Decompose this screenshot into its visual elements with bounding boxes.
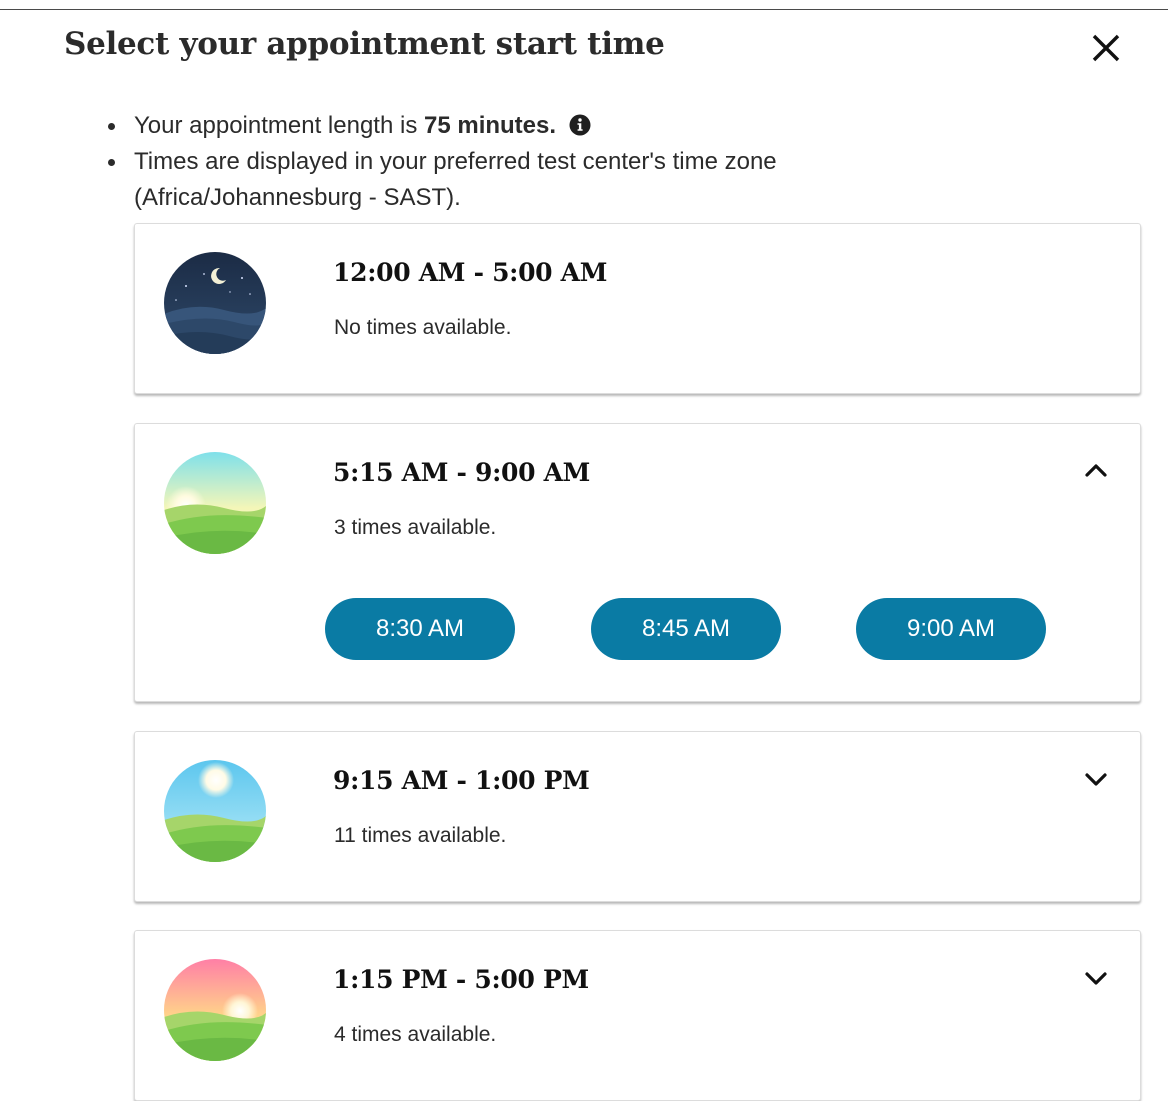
appointment-length-value: 75 minutes. [423,112,557,139]
availability-text: 11 times available. [334,824,507,847]
dialog-title: Select your appointment start time [64,26,665,62]
bullet [108,123,115,130]
availability-text: No times available. [334,316,512,339]
time-block-card-night: 12:00 AM - 5:00 AM No times available. [134,223,1141,394]
close-icon [1092,34,1120,62]
time-block-card-afternoon[interactable]: 1:15 PM - 5:00 PM 4 times available. [134,930,1141,1101]
time-slot-button[interactable]: 9:00 AM [856,598,1046,660]
info-circle-icon[interactable] [569,114,591,136]
appointment-length-item: Your appointment length is 75 minutes. [104,108,914,144]
time-range-label: 5:15 AM - 9:00 AM [333,458,591,487]
time-slot-button[interactable]: 8:30 AM [325,598,515,660]
timezone-item: Times are displayed in your preferred te… [104,144,914,216]
availability-text: 3 times available. [334,516,497,539]
sunrise-scene-icon [164,452,266,554]
appointment-info-list: Your appointment length is 75 minutes. T… [104,108,914,216]
time-range-label: 12:00 AM - 5:00 AM [333,258,608,287]
timezone-text: Times are displayed in your preferred te… [134,148,777,211]
bullet [108,159,115,166]
time-slot-button[interactable]: 8:45 AM [591,598,781,660]
time-slot-group: 8:30 AM 8:45 AM 9:00 AM [325,598,1065,662]
time-range-label: 9:15 AM - 1:00 PM [333,766,590,795]
sunset-scene-icon [164,959,266,1061]
midday-scene-icon [164,760,266,862]
night-scene-icon [164,252,266,354]
close-button[interactable] [1088,30,1124,66]
top-divider [0,9,1168,10]
time-block-card-morning[interactable]: 5:15 AM - 9:00 AM 3 times available. 8:3… [134,423,1141,702]
chevron-down-icon[interactable] [1081,764,1111,794]
time-range-label: 1:15 PM - 5:00 PM [333,965,589,994]
chevron-up-icon[interactable] [1081,456,1111,486]
time-block-card-midday[interactable]: 9:15 AM - 1:00 PM 11 times available. [134,731,1141,902]
availability-text: 4 times available. [334,1023,497,1046]
appointment-length-prefix: Your appointment length is [134,112,424,139]
chevron-down-icon[interactable] [1081,963,1111,993]
